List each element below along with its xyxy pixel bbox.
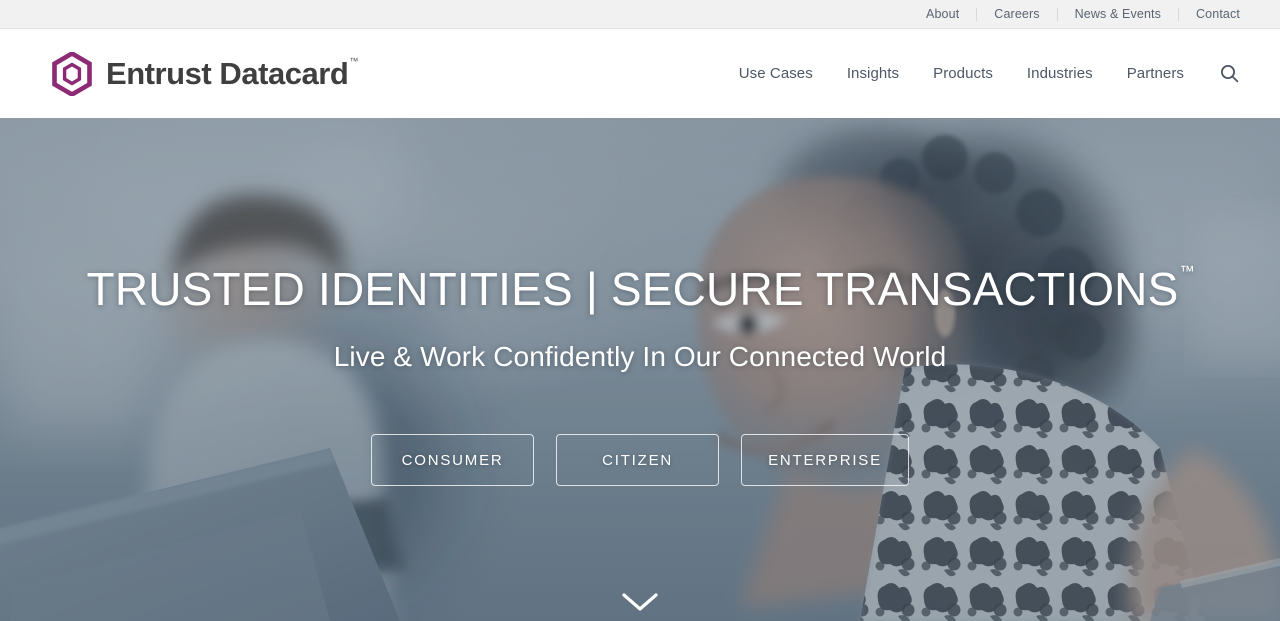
cta-button-citizen[interactable]: CITIZEN [556,434,720,486]
cta-button-enterprise[interactable]: ENTERPRISE [741,434,909,486]
brand-name: Entrust Datacard™ [106,55,358,91]
nav-link-products[interactable]: Products [916,65,1010,82]
brand-trademark: ™ [349,55,358,66]
search-icon-glyph [1220,65,1238,83]
main-nav: Use Cases Insights Products Industries P… [722,63,1240,85]
utility-link-careers[interactable]: Careers [977,8,1056,21]
cta-button-consumer[interactable]: CONSUMER [371,434,535,486]
brand-logo-link[interactable]: Entrust Datacard™ [52,51,358,96]
hero-content: TRUSTED IDENTITIES | SECURE TRANSACTIONS… [0,118,1280,621]
utility-link-news-events[interactable]: News & Events [1058,8,1178,21]
scroll-down-button[interactable] [0,589,1280,615]
chevron-down-icon [622,593,658,611]
search-icon[interactable] [1218,63,1240,85]
brand-name-text: Entrust Datacard [106,56,349,91]
hero-subtitle: Live & Work Confidently In Our Connected… [333,341,947,372]
utility-nav: About Careers News & Events Contact [909,7,1240,21]
utility-link-about[interactable]: About [909,8,976,21]
hero-title-text: TRUSTED IDENTITIES | SECURE TRANSACTIONS [86,263,1179,315]
utility-bar: About Careers News & Events Contact [0,0,1280,29]
hero-title-trademark: ™ [1179,262,1195,280]
nav-link-insights[interactable]: Insights [830,65,916,82]
hexagon-logo-icon [52,51,92,96]
hero-banner: TRUSTED IDENTITIES | SECURE TRANSACTIONS… [0,118,1280,621]
hero-cta-group: CONSUMER CITIZEN ENTERPRISE [0,434,1280,486]
site-header: Entrust Datacard™ Use Cases Insights Pro… [0,29,1280,118]
hero-title: TRUSTED IDENTITIES | SECURE TRANSACTIONS… [0,262,1280,315]
nav-link-industries[interactable]: Industries [1010,65,1110,82]
nav-link-use-cases[interactable]: Use Cases [722,65,830,82]
utility-link-contact[interactable]: Contact [1179,8,1240,21]
nav-link-partners[interactable]: Partners [1110,65,1201,82]
